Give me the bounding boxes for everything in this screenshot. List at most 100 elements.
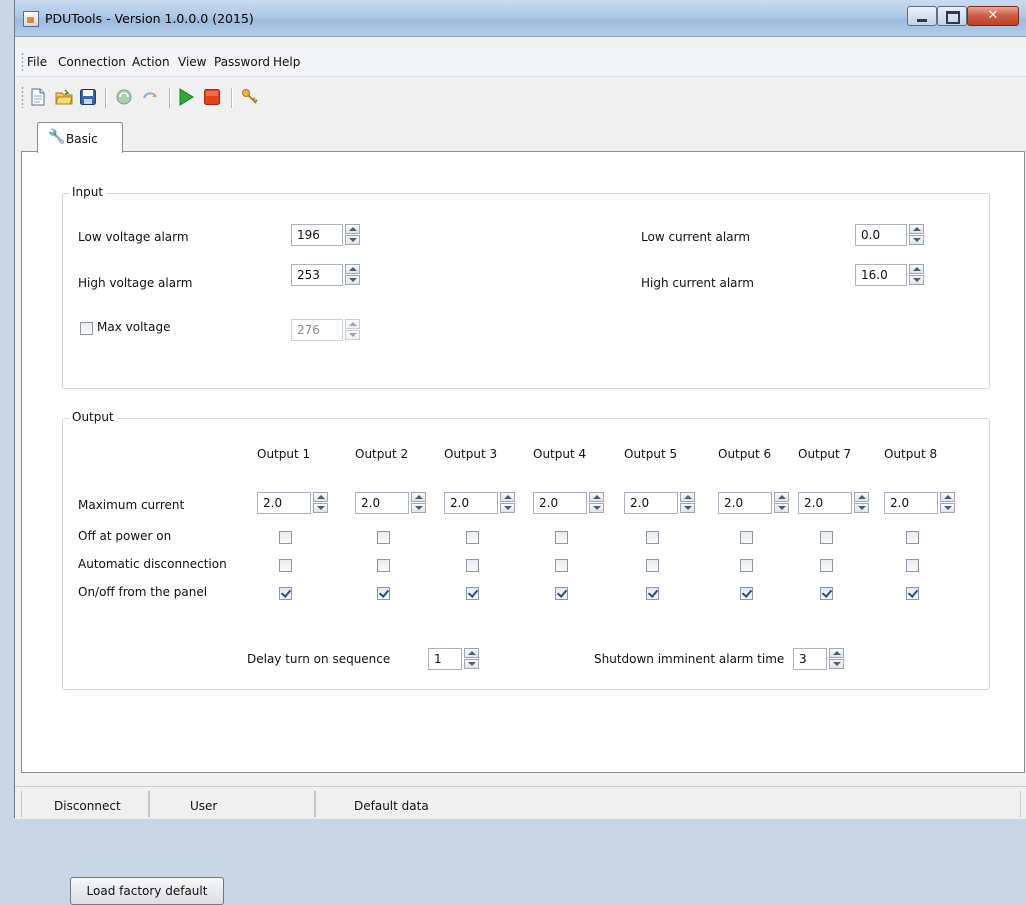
max-current-spinbox[interactable]: 2.0 — [798, 492, 870, 514]
spin-down-icon[interactable] — [345, 235, 360, 245]
high-current-spinbox[interactable]: 16.0 — [855, 264, 925, 286]
max-current-input[interactable]: 2.0 — [533, 492, 587, 514]
max-current-input[interactable]: 2.0 — [624, 492, 678, 514]
menu-view[interactable]: View — [178, 55, 206, 69]
max-current-input[interactable]: 2.0 — [718, 492, 772, 514]
new-file-icon[interactable] — [29, 88, 47, 106]
open-folder-icon[interactable] — [55, 88, 73, 106]
close-button[interactable]: ✕ — [967, 6, 1019, 26]
play-icon[interactable] — [177, 88, 195, 106]
max-current-spinbox[interactable]: 2.0 — [444, 492, 516, 514]
stop-icon[interactable] — [203, 88, 221, 106]
spin-down-icon[interactable] — [500, 503, 515, 513]
max-current-spinbox[interactable]: 2.0 — [355, 492, 427, 514]
onoff-panel-checkbox[interactable] — [820, 587, 833, 600]
spin-down-icon[interactable] — [854, 503, 869, 513]
keys-icon[interactable] — [241, 88, 259, 106]
max-current-spinbox[interactable]: 2.0 — [533, 492, 605, 514]
spin-up-icon[interactable] — [345, 224, 360, 234]
off-power-on-checkbox[interactable] — [279, 531, 292, 544]
load-factory-default-button[interactable]: Load factory default — [70, 877, 224, 905]
low-voltage-spinbox[interactable]: 196 — [291, 224, 361, 246]
max-current-spinbox[interactable]: 2.0 — [884, 492, 956, 514]
auto-disconnect-checkbox[interactable] — [555, 559, 568, 572]
spin-up-icon[interactable] — [909, 264, 924, 274]
off-power-on-checkbox[interactable] — [820, 531, 833, 544]
low-current-spinbox[interactable]: 0.0 — [855, 224, 925, 246]
spin-up-icon[interactable] — [940, 492, 955, 502]
max-current-input[interactable]: 2.0 — [257, 492, 311, 514]
low-current-input[interactable]: 0.0 — [855, 224, 907, 246]
max-current-input[interactable]: 2.0 — [355, 492, 409, 514]
auto-disconnect-checkbox[interactable] — [820, 559, 833, 572]
off-power-on-checkbox[interactable] — [377, 531, 390, 544]
spin-up-icon[interactable] — [500, 492, 515, 502]
spin-down-icon[interactable] — [313, 503, 328, 513]
spin-down-icon[interactable] — [464, 659, 479, 669]
off-power-on-checkbox[interactable] — [646, 531, 659, 544]
max-current-spinbox[interactable]: 2.0 — [624, 492, 696, 514]
max-current-input[interactable]: 2.0 — [444, 492, 498, 514]
max-current-spinbox[interactable]: 2.0 — [718, 492, 790, 514]
toolbar-grip[interactable] — [21, 86, 24, 108]
auto-disconnect-checkbox[interactable] — [646, 559, 659, 572]
shutdown-alarm-input[interactable]: 3 — [793, 648, 827, 670]
app-icon[interactable] — [23, 11, 39, 27]
max-current-spinbox[interactable]: 2.0 — [257, 492, 329, 514]
title-bar[interactable]: PDUTools - Version 1.0.0.0 (2015) ✕ — [15, 0, 1026, 37]
sync-icon[interactable] — [141, 88, 159, 106]
auto-disconnect-checkbox[interactable] — [377, 559, 390, 572]
spin-down-icon[interactable] — [589, 503, 604, 513]
max-current-input[interactable]: 2.0 — [798, 492, 852, 514]
minimize-button[interactable] — [907, 6, 937, 26]
spin-up-icon[interactable] — [854, 492, 869, 502]
spin-up-icon[interactable] — [909, 224, 924, 234]
off-power-on-checkbox[interactable] — [906, 531, 919, 544]
delay-sequence-spinbox[interactable]: 1 — [428, 648, 480, 670]
spin-up-icon[interactable] — [680, 492, 695, 502]
spin-down-icon[interactable] — [680, 503, 695, 513]
spin-down-icon[interactable] — [774, 503, 789, 513]
spin-up-icon[interactable] — [829, 648, 844, 658]
spin-up-icon[interactable] — [464, 648, 479, 658]
menu-help[interactable]: Help — [273, 55, 300, 69]
refresh-icon[interactable] — [115, 88, 133, 106]
spin-up-icon[interactable] — [345, 264, 360, 274]
tab-basic[interactable]: 🔧 Basic — [37, 122, 123, 153]
off-power-on-checkbox[interactable] — [555, 531, 568, 544]
spin-down-icon[interactable] — [411, 503, 426, 513]
spin-down-icon[interactable] — [909, 275, 924, 285]
max-current-input[interactable]: 2.0 — [884, 492, 938, 514]
spin-down-icon[interactable] — [909, 235, 924, 245]
spin-up-icon[interactable] — [774, 492, 789, 502]
menu-password[interactable]: Password — [214, 55, 270, 69]
max-voltage-checkbox[interactable] — [80, 322, 93, 335]
menu-file[interactable]: File — [27, 55, 47, 69]
auto-disconnect-checkbox[interactable] — [740, 559, 753, 572]
spin-down-icon[interactable] — [345, 275, 360, 285]
high-voltage-spinbox[interactable]: 253 — [291, 264, 361, 286]
high-voltage-input[interactable]: 253 — [291, 264, 343, 286]
auto-disconnect-checkbox[interactable] — [466, 559, 479, 572]
menu-action[interactable]: Action — [132, 55, 170, 69]
high-current-input[interactable]: 16.0 — [855, 264, 907, 286]
onoff-panel-checkbox[interactable] — [555, 587, 568, 600]
off-power-on-checkbox[interactable] — [740, 531, 753, 544]
spin-up-icon[interactable] — [589, 492, 604, 502]
onoff-panel-checkbox[interactable] — [279, 587, 292, 600]
onoff-panel-checkbox[interactable] — [466, 587, 479, 600]
maximize-button[interactable] — [937, 6, 967, 26]
menu-grip[interactable] — [21, 52, 24, 72]
off-power-on-checkbox[interactable] — [466, 531, 479, 544]
spin-up-icon[interactable] — [411, 492, 426, 502]
onoff-panel-checkbox[interactable] — [377, 587, 390, 600]
shutdown-alarm-spinbox[interactable]: 3 — [793, 648, 845, 670]
delay-sequence-input[interactable]: 1 — [428, 648, 462, 670]
onoff-panel-checkbox[interactable] — [646, 587, 659, 600]
onoff-panel-checkbox[interactable] — [740, 587, 753, 600]
spin-down-icon[interactable] — [829, 659, 844, 669]
auto-disconnect-checkbox[interactable] — [906, 559, 919, 572]
auto-disconnect-checkbox[interactable] — [279, 559, 292, 572]
menu-connection[interactable]: Connection — [58, 55, 126, 69]
spin-down-icon[interactable] — [940, 503, 955, 513]
